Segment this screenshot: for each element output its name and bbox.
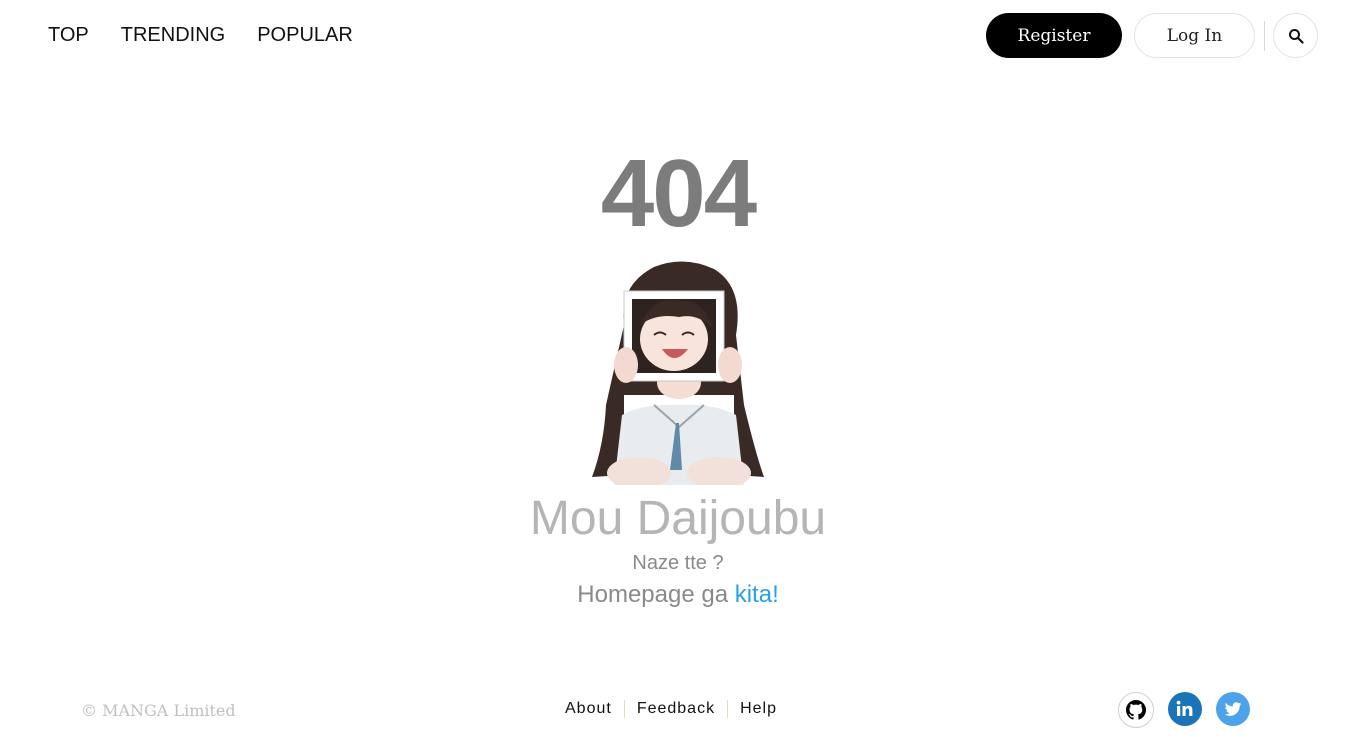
site-footer: © MANGA Limited About Feedback Help (0, 690, 1356, 730)
footer-link-feedback[interactable]: Feedback (625, 700, 727, 718)
footer-link-help[interactable]: Help (728, 700, 789, 718)
nav-item-popular[interactable]: POPULAR (257, 24, 353, 46)
footer-link-about[interactable]: About (553, 700, 624, 718)
linkedin-link[interactable] (1168, 692, 1202, 726)
auth-controls: Register Log In (986, 13, 1318, 58)
search-button[interactable] (1273, 13, 1318, 58)
footer-links: About Feedback Help (553, 700, 789, 718)
site-header: TOP TRENDING POPULAR Register Log In (0, 0, 1356, 70)
home-link[interactable]: kita! (735, 581, 779, 608)
github-link[interactable] (1118, 692, 1154, 728)
error-code: 404 (600, 140, 757, 247)
nav-item-top[interactable]: TOP (48, 24, 89, 46)
main-nav: TOP TRENDING POPULAR (48, 24, 385, 46)
copyright-text: © MANGA Limited (81, 701, 236, 720)
twitter-icon (1224, 702, 1242, 716)
nav-item-trending[interactable]: TRENDING (121, 24, 225, 46)
search-icon (1288, 28, 1304, 44)
social-links (1118, 692, 1250, 728)
anime-girl-illustration (592, 261, 764, 485)
github-icon (1126, 700, 1146, 720)
home-line: Homepage ga kita! (0, 580, 1356, 610)
twitter-link[interactable] (1216, 692, 1250, 726)
register-button[interactable]: Register (986, 13, 1122, 58)
login-button[interactable]: Log In (1134, 13, 1255, 58)
error-subtitle: Naze tte ? (632, 552, 724, 574)
linkedin-icon (1176, 700, 1193, 716)
error-headline: Mou Daijoubu (529, 492, 827, 545)
home-prefix: Homepage ga (577, 581, 729, 608)
header-divider (1264, 20, 1265, 51)
